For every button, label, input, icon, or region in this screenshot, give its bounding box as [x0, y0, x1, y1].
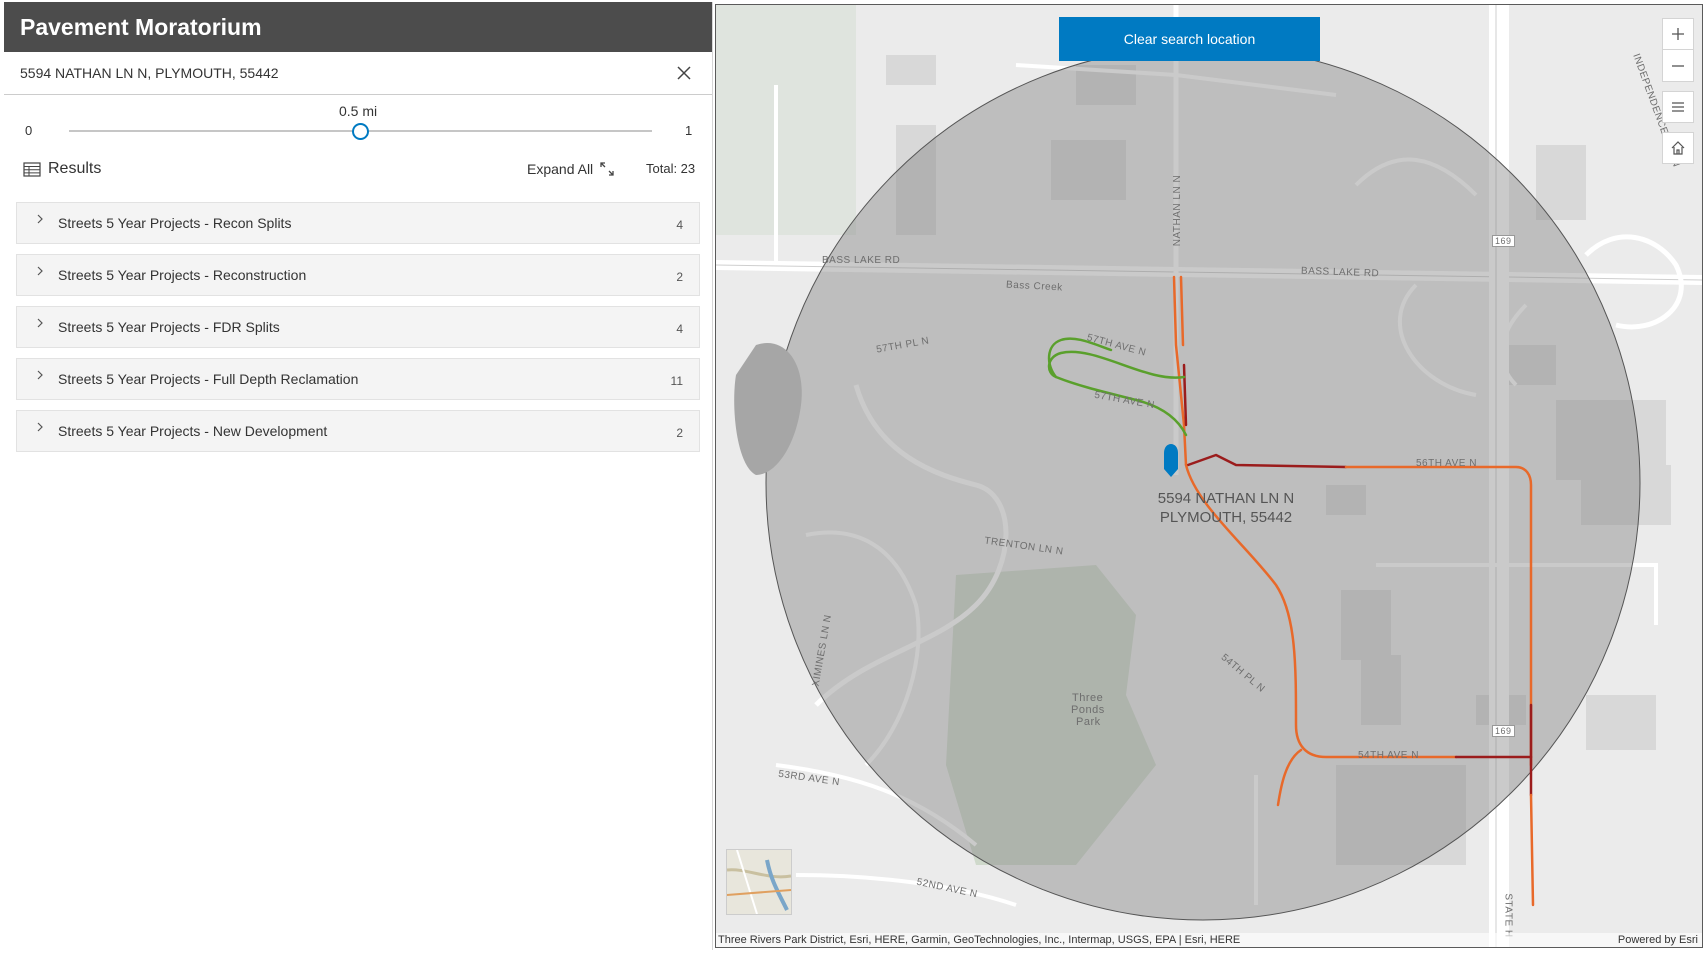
total-count: Total: 23	[646, 161, 696, 176]
road-label: 54TH AVE N	[1358, 750, 1419, 761]
zoom-in-button[interactable]	[1662, 18, 1694, 50]
road-label: STATE H	[1502, 893, 1514, 938]
home-icon	[1671, 141, 1685, 155]
search-row: 5594 NATHAN LN N, PLYMOUTH, 55442	[4, 52, 712, 95]
list-item[interactable]: Streets 5 Year Projects - Reconstruction…	[16, 254, 700, 296]
expand-icon	[600, 162, 614, 176]
road-label: 56TH AVE N	[1416, 458, 1477, 469]
address-label: 5594 NATHAN LN N PLYMOUTH, 55442	[1126, 489, 1326, 527]
list-item-count: 11	[670, 374, 683, 388]
list-item-count: 2	[676, 426, 683, 440]
side-panel: Pavement Moratorium 5594 NATHAN LN N, PL…	[4, 2, 713, 950]
list-item-label: Streets 5 Year Projects - Full Depth Rec…	[58, 371, 359, 387]
slider-current-value: 0.5 mi	[339, 103, 378, 119]
results-list: Streets 5 Year Projects - Recon Splits 4…	[16, 202, 700, 462]
zoom-in-icon	[1672, 28, 1684, 40]
legend-icon	[1672, 102, 1684, 112]
powered-by-esri[interactable]: Powered by Esri	[1618, 934, 1698, 946]
zoom-out-icon	[1672, 64, 1684, 67]
clear-search-button[interactable]	[672, 61, 696, 85]
list-item-count: 4	[676, 322, 683, 336]
legend-button[interactable]	[1662, 91, 1694, 123]
park-label: Park	[1076, 716, 1101, 728]
chevron-right-icon	[37, 266, 43, 276]
app-title: Pavement Moratorium	[20, 13, 262, 40]
chevron-right-icon	[37, 370, 43, 380]
list-item-label: Streets 5 Year Projects - FDR Splits	[58, 319, 280, 335]
search-buffer	[765, 45, 1641, 921]
chevron-right-icon	[37, 422, 43, 432]
list-item-label: Streets 5 Year Projects - Recon Splits	[58, 215, 292, 231]
chevron-right-icon	[37, 318, 43, 328]
table-icon	[23, 162, 41, 177]
park-label: Ponds	[1071, 704, 1105, 716]
basemap-thumbnail-icon	[726, 849, 792, 915]
app-header: Pavement Moratorium	[4, 2, 712, 52]
results-bar: Results Expand All Total: 23	[4, 153, 712, 189]
list-item[interactable]: Streets 5 Year Projects - FDR Splits 4	[16, 306, 700, 348]
park-label: Three	[1072, 692, 1104, 704]
address-line-2: PLYMOUTH, 55442	[1159, 509, 1293, 526]
search-input[interactable]: 5594 NATHAN LN N, PLYMOUTH, 55442	[20, 65, 672, 81]
attribution-text: Three Rivers Park District, Esri, HERE, …	[718, 934, 1241, 946]
list-item-label: Streets 5 Year Projects - Reconstruction	[58, 267, 307, 283]
results-label: Results	[48, 160, 102, 177]
list-item[interactable]: Streets 5 Year Projects - New Developmen…	[16, 410, 700, 452]
home-button[interactable]	[1662, 132, 1694, 164]
expand-all-label: Expand All	[527, 161, 594, 177]
map-attribution: Three Rivers Park District, Esri, HERE, …	[716, 933, 1702, 947]
basemap[interactable]	[716, 5, 1703, 948]
zoom-out-button[interactable]	[1662, 50, 1694, 82]
list-item-count: 2	[676, 270, 683, 284]
road-label: 169	[1492, 235, 1515, 247]
address-line-1: 5594 NATHAN LN N	[1157, 490, 1295, 507]
list-item[interactable]: Streets 5 Year Projects - Full Depth Rec…	[16, 358, 700, 400]
map-toolbar	[1662, 18, 1694, 164]
road-label: 169	[1492, 725, 1515, 737]
list-item-label: Streets 5 Year Projects - New Developmen…	[58, 423, 328, 439]
slider-min-label: 0	[25, 123, 33, 138]
clear-search-location-button[interactable]: Clear search location	[1059, 17, 1320, 61]
slider-thumb[interactable]	[352, 123, 369, 140]
map-view[interactable]: BASS LAKE RD BASS LAKE RD Bass Creek NAT…	[715, 4, 1703, 948]
basemap-toggle[interactable]	[726, 849, 792, 915]
road-label: NATHAN LN N	[1172, 174, 1184, 247]
list-item-count: 4	[676, 218, 683, 232]
expand-all-button[interactable]: Expand All	[527, 161, 615, 177]
close-icon	[677, 66, 691, 80]
list-item[interactable]: Streets 5 Year Projects - Recon Splits 4	[16, 202, 700, 244]
road-label: BASS LAKE RD	[822, 255, 901, 266]
chevron-right-icon	[37, 214, 43, 224]
slider-max-label: 1	[685, 123, 693, 138]
distance-slider[interactable]: 0.5 mi 0 1	[4, 95, 712, 153]
